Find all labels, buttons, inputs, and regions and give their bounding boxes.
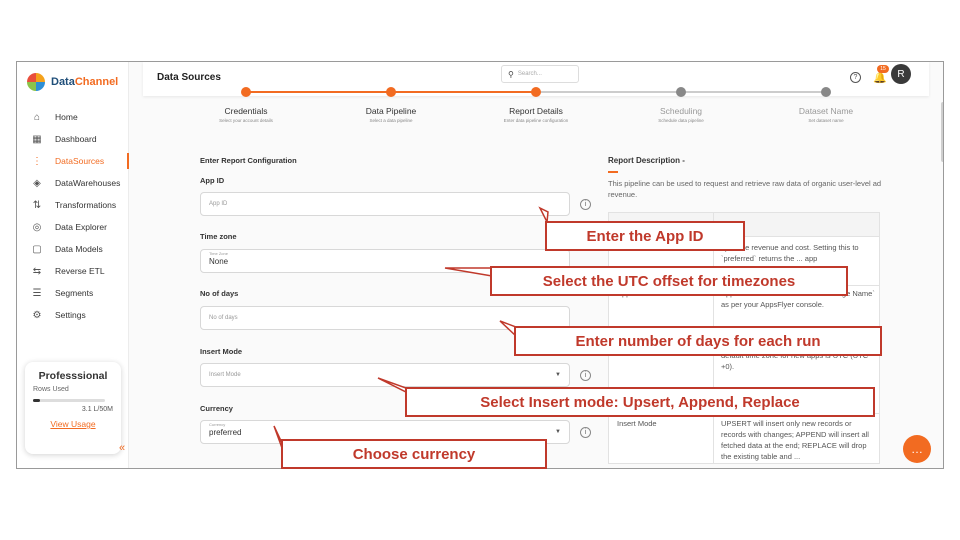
annotation-timezone: Select the UTC offset for timezones (490, 266, 848, 296)
annotation-insert-mode: Select Insert mode: Upsert, Append, Repl… (405, 387, 875, 417)
arrow-insert-mode (377, 377, 407, 394)
arrow-app-id (538, 206, 549, 225)
arrow-timezone (444, 267, 493, 277)
annotation-days: Enter number of days for each run (514, 326, 882, 356)
annotation-currency: Choose currency (281, 439, 547, 469)
annotation-app-id: Enter the App ID (545, 221, 745, 251)
